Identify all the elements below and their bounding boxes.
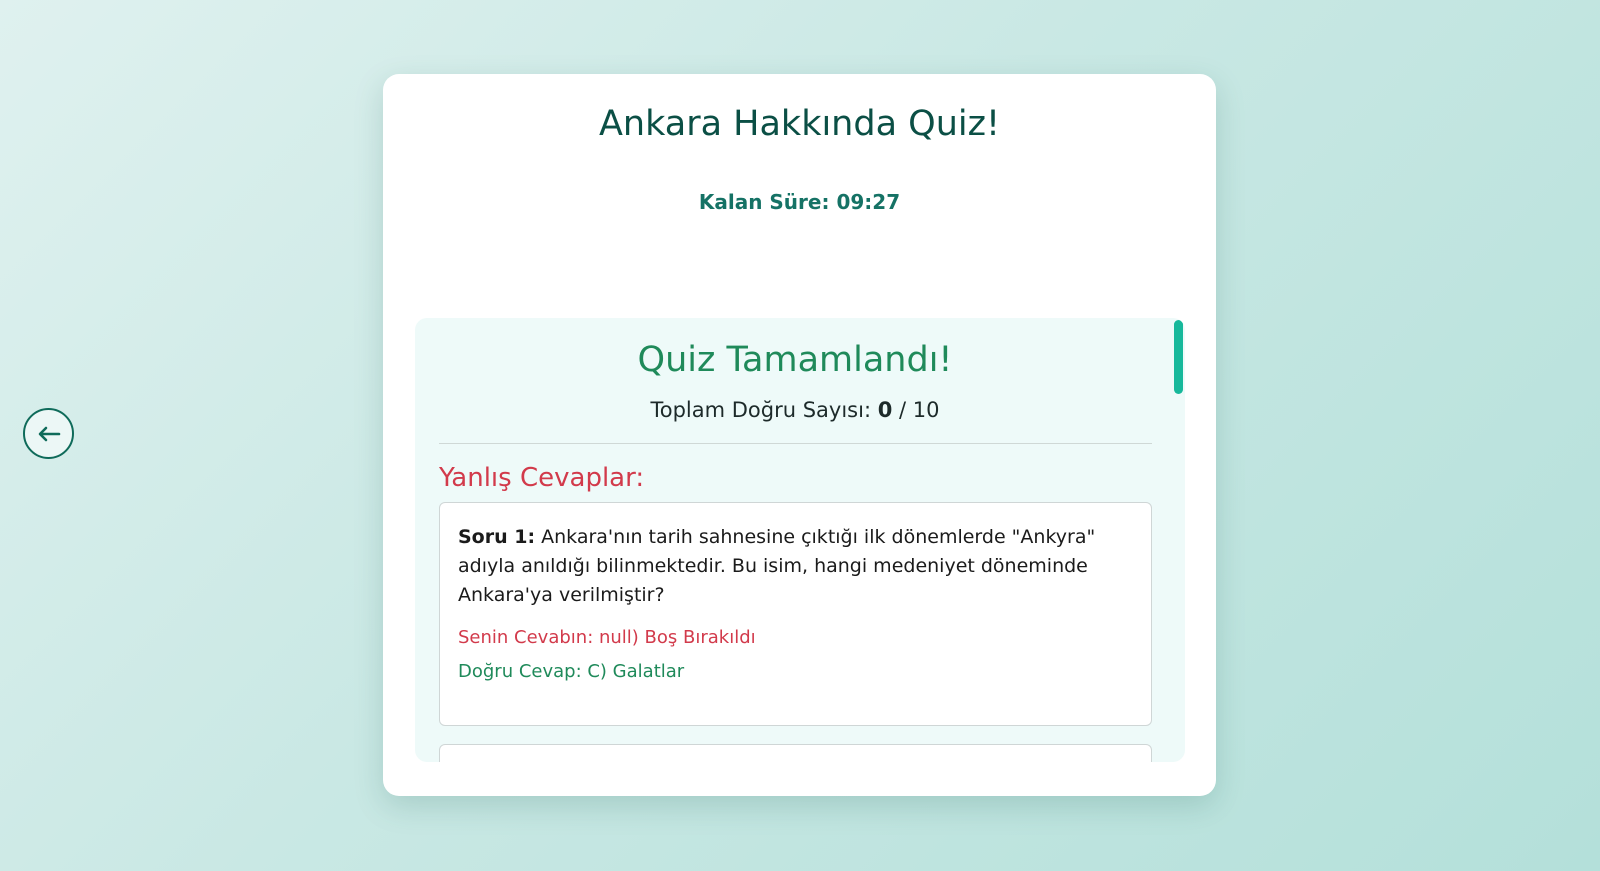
score-total: / 10 <box>899 398 940 422</box>
score-label: Toplam Doğru Sayısı: <box>650 398 872 422</box>
wrong-answers-heading: Yanlış Cevaplar: <box>439 463 645 493</box>
divider <box>439 443 1152 444</box>
correct-answer: Doğru Cevap: C) Galatlar <box>458 661 685 682</box>
question-text: Soru 1: Ankara'nın tarih sahnesine çıktı… <box>458 523 1133 610</box>
your-answer: Senin Cevabın: null) Boş Bırakıldı <box>458 627 756 648</box>
result-title: Quiz Tamamlandı! <box>637 340 953 380</box>
timer: Kalan Süre: 09:27 <box>383 190 1216 214</box>
timer-value: 09:27 <box>836 190 901 214</box>
quiz-card: Ankara Hakkında Quiz! Kalan Süre: 09:27 … <box>383 74 1216 796</box>
wrong-answer-card: Soru 1: Ankara'nın tarih sahnesine çıktı… <box>439 502 1152 726</box>
arrow-left-icon <box>38 426 60 441</box>
question-number: Soru 1: <box>458 526 536 548</box>
score-line: Toplam Doğru Sayısı: 0 / 10 <box>415 398 1175 422</box>
wrong-answer-card <box>439 744 1152 762</box>
score-correct: 0 <box>877 398 893 422</box>
question-body: Ankara'nın tarih sahnesine çıktığı ilk d… <box>458 526 1096 606</box>
back-button[interactable] <box>23 408 74 459</box>
scrollbar[interactable] <box>1174 320 1183 394</box>
result-panel[interactable]: Quiz Tamamlandı! Toplam Doğru Sayısı: 0 … <box>415 318 1185 762</box>
quiz-title: Ankara Hakkında Quiz! <box>598 104 1001 144</box>
timer-label: Kalan Süre: <box>698 190 830 214</box>
